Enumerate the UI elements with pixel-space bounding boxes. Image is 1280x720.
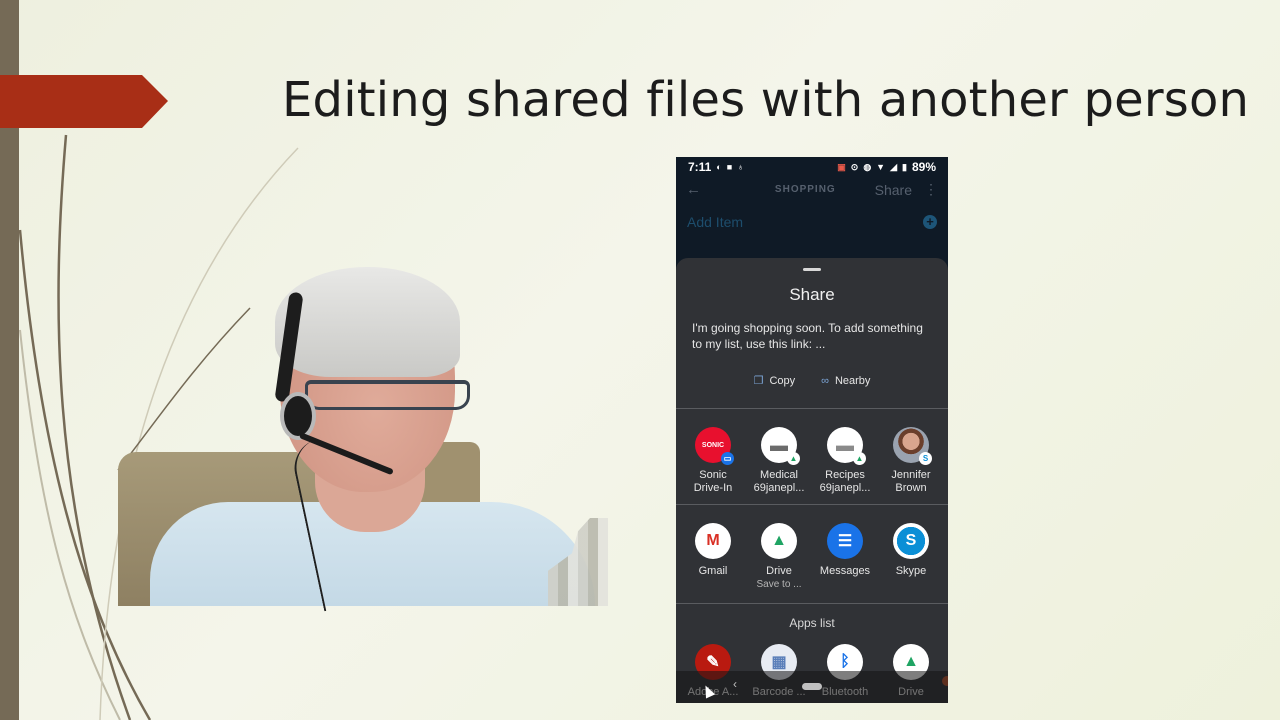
list-title: SHOPPING xyxy=(774,184,836,195)
share-app-skype[interactable]: S Skype xyxy=(878,523,944,603)
divider xyxy=(676,408,948,409)
apps-list-label: Apps list xyxy=(789,616,835,630)
drive-badge-icon: ▲ xyxy=(853,452,866,465)
nav-back-chevron-icon[interactable]: ‹ xyxy=(733,677,737,691)
share-target-medical[interactable]: ▬ ▲ Medical 69janepl... xyxy=(746,427,812,504)
app-notification-icon: ◐ xyxy=(716,162,722,172)
copy-icon: ❐ xyxy=(753,375,764,387)
add-item-row[interactable]: Add Item + xyxy=(676,202,948,242)
skype-icon: S xyxy=(893,523,929,559)
messages-icon: ☰ xyxy=(827,523,863,559)
nearby-label: Nearby xyxy=(834,374,871,387)
share-app-drive[interactable]: ▲ Drive Save to ... xyxy=(746,523,812,603)
app-share-row: M Gmail ▲ Drive Save to ... ☰ Messages S… xyxy=(676,523,948,603)
share-sheet: Share I'm going shopping soon. To add so… xyxy=(676,258,948,703)
app-name: Drive xyxy=(766,565,792,577)
back-arrow-icon[interactable]: ← xyxy=(686,181,716,198)
add-item-label[interactable]: Add Item xyxy=(687,214,743,230)
drive-icon: ▲ xyxy=(761,523,797,559)
sheet-drag-handle[interactable] xyxy=(803,268,821,271)
share-button[interactable]: Share xyxy=(875,182,912,198)
app-bar: ← SHOPPING Share ⋮ xyxy=(676,177,948,202)
app-name: Skype xyxy=(895,565,927,577)
app-name: Gmail xyxy=(698,565,728,577)
lightbulb-icon: ♁ xyxy=(737,162,744,172)
glasses xyxy=(305,380,470,410)
folder-icon: ▬ ▲ xyxy=(827,427,866,465)
shared-folder-icon: ▬ ▲ xyxy=(761,427,800,465)
nearby-button[interactable]: ∞ Nearby xyxy=(821,374,870,387)
messages-badge-icon: ▭ xyxy=(721,452,734,465)
signal-icon: ◢ xyxy=(890,161,898,172)
presenter-webcam xyxy=(110,262,608,612)
video-icon: ■ xyxy=(726,162,733,172)
slide-title: Editing shared files with another person xyxy=(282,72,1250,128)
gmail-icon: M xyxy=(695,523,731,559)
nearby-icon: ∞ xyxy=(821,374,829,387)
direct-share-row: SONIC ▭ Sonic Drive-In ▬ ▲ Medical 69jan… xyxy=(676,427,948,504)
sonic-icon: SONIC ▭ xyxy=(695,427,734,465)
target-sub: Brown xyxy=(895,482,927,494)
contact-avatar: S xyxy=(893,427,932,465)
app-name: Messages xyxy=(819,565,871,577)
target-sub: Drive-In xyxy=(693,482,733,494)
share-app-gmail[interactable]: M Gmail xyxy=(680,523,746,603)
skype-badge-icon: S xyxy=(919,452,932,465)
more-options-icon[interactable]: ⋮ xyxy=(924,181,938,198)
share-actions: ❐ Copy ∞ Nearby xyxy=(676,374,948,388)
wifi-icon: ▼ xyxy=(876,162,886,172)
target-sub: 69janepl... xyxy=(819,482,871,494)
divider xyxy=(676,504,948,505)
target-sub: 69janepl... xyxy=(753,482,805,494)
share-preview-text: I'm going shopping soon. To add somethin… xyxy=(692,321,923,351)
hair xyxy=(275,267,460,377)
share-target-recipes[interactable]: ▬ ▲ Recipes 69janepl... xyxy=(812,427,878,504)
add-item-plus-icon[interactable]: + xyxy=(923,215,937,229)
system-nav-bar: ‹ xyxy=(676,671,948,703)
sonic-logo-text: SONIC xyxy=(701,441,725,449)
home-gesture-pill[interactable] xyxy=(802,683,822,690)
cast-icon: ▣ xyxy=(837,161,846,172)
copy-button[interactable]: ❐ Copy xyxy=(753,374,796,388)
headset-earpiece xyxy=(280,392,316,440)
share-target-sonic[interactable]: SONIC ▭ Sonic Drive-In xyxy=(680,427,746,504)
share-target-jennifer-brown[interactable]: S Jennifer Brown xyxy=(878,427,944,504)
battery-icon: ▮ xyxy=(902,161,907,172)
divider xyxy=(676,603,948,604)
app-sub: Save to ... xyxy=(756,579,802,590)
phone-screen: 7:11 ◐ ■ ♁ ▣ ⊙ ◍ ▼ ◢ ▮ 89% ← SHOPPING Sh… xyxy=(676,157,948,703)
drive-badge-icon: ▲ xyxy=(787,452,800,465)
share-sheet-title: Share xyxy=(789,285,835,304)
target-name: Recipes xyxy=(825,469,865,481)
target-name: Medical xyxy=(760,469,798,481)
battery-level: 89% xyxy=(911,160,936,174)
target-name: Sonic xyxy=(699,469,727,481)
status-bar: 7:11 ◐ ■ ♁ ▣ ⊙ ◍ ▼ ◢ ▮ 89% xyxy=(676,157,948,177)
vibrate-icon: ◍ xyxy=(863,161,872,172)
status-time: 7:11 xyxy=(688,160,712,174)
share-app-messages[interactable]: ☰ Messages xyxy=(812,523,878,603)
copy-label: Copy xyxy=(769,374,796,387)
target-name: Jennifer xyxy=(891,469,931,481)
location-icon: ⊙ xyxy=(850,161,859,172)
